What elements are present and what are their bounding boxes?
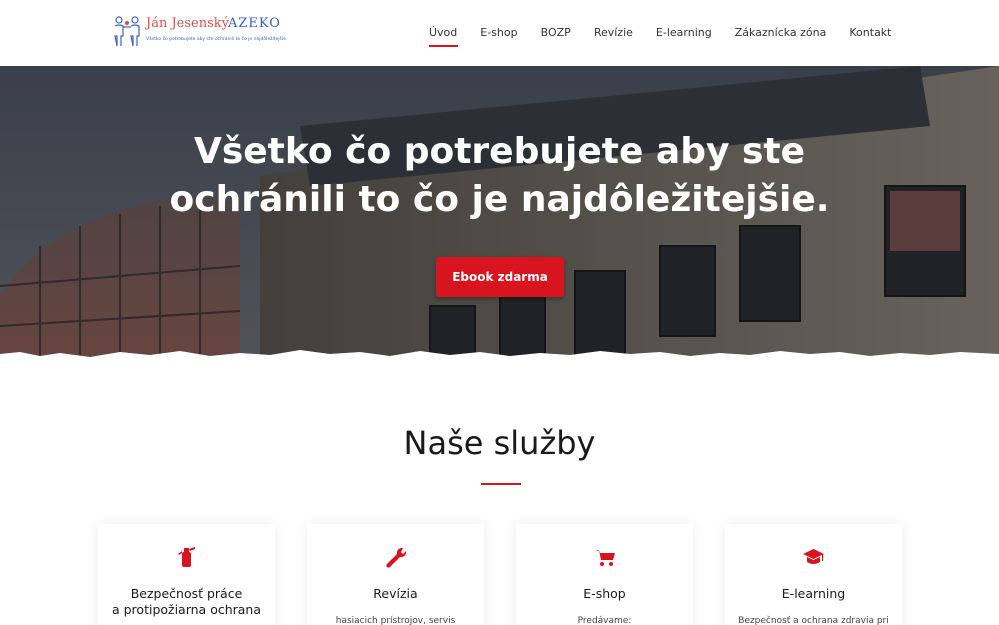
fire-extinguisher-icon: [178, 547, 195, 567]
site-header: Ján Jesenský AZEKO Všetko čo potrebujete…: [0, 0, 999, 66]
service-card-bezpecnost[interactable]: Bezpečnosť práce a protipožiarna ochrana: [98, 524, 275, 625]
hero-title-line1: Všetko čo potrebujete aby ste: [193, 131, 806, 172]
nav-item-revizie[interactable]: Revízie: [582, 0, 644, 66]
logo-name: Ján Jesenský: [146, 16, 230, 31]
service-card-text: hasiacich prístrojov, servis: [335, 616, 456, 625]
hero-title-line2: ochránili to čo je najdôležitejšie.: [169, 179, 830, 220]
service-card-title: E-shop: [516, 586, 693, 602]
logo-figures-icon: [114, 16, 140, 47]
main-nav: Úvod E-shop BOZP Revízie E-learning Záka…: [418, 0, 904, 66]
logo-brand: AZEKO: [228, 16, 281, 31]
services-divider: [481, 483, 521, 485]
service-card-title-line1: Bezpečnosť práce: [130, 586, 243, 601]
nav-item-zakaznicka-zona[interactable]: Zákaznícka zóna: [723, 0, 838, 66]
service-card-text: Bezpečnosť a ochrana zdravia pri: [738, 616, 889, 625]
service-card-title: E-learning: [725, 586, 902, 602]
service-card-elearning[interactable]: E-learning Bezpečnosť a ochrana zdravia …: [725, 524, 902, 625]
hero-title: Všetko čo potrebujete aby ste ochránili …: [0, 128, 999, 224]
services-heading: Naše služby: [403, 424, 596, 462]
service-card-eshop[interactable]: E-shop Predávame:: [516, 524, 693, 625]
service-card-title-line1: E-shop: [583, 586, 626, 601]
service-card-title-line1: E-learning: [781, 586, 846, 601]
hero-section: Všetko čo potrebujete aby ste ochránili …: [0, 66, 999, 366]
service-card-text: Predávame:: [577, 616, 632, 625]
nav-item-bozp[interactable]: BOZP: [529, 0, 582, 66]
cart-icon: [595, 550, 615, 566]
service-card-title: Revízia: [307, 586, 484, 602]
site-logo[interactable]: Ján Jesenský AZEKO Všetko čo potrebujete…: [110, 14, 287, 50]
nav-item-uvod[interactable]: Úvod: [418, 0, 469, 66]
nav-item-elearning[interactable]: E-learning: [644, 0, 723, 66]
service-card-title-line1: Revízia: [373, 586, 418, 601]
service-card-title-line2: a protipožiarna ochrana: [111, 602, 262, 617]
ebook-button[interactable]: Ebook zdarma: [436, 257, 564, 297]
torn-edge-divider: [0, 350, 999, 370]
nav-item-eshop[interactable]: E-shop: [469, 0, 529, 66]
logo-tagline: Všetko čo potrebujete aby ste ochránili …: [146, 37, 288, 42]
graduation-cap-icon: [803, 549, 824, 564]
wrench-icon: [386, 547, 407, 568]
service-card-title: Bezpečnosť práce a protipožiarna ochrana: [98, 586, 275, 618]
nav-item-kontakt[interactable]: Kontakt: [838, 0, 903, 66]
service-card-revizia[interactable]: Revízia hasiacich prístrojov, servis: [307, 524, 484, 625]
